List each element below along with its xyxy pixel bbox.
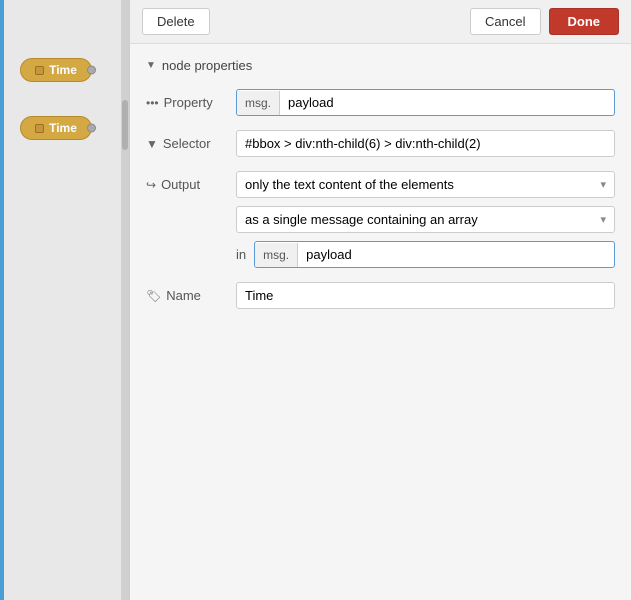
property-icon: ••• xyxy=(146,96,159,110)
property-input-group: msg. xyxy=(236,89,615,116)
property-prefix: msg. xyxy=(237,91,280,115)
name-label: 🏷 Name xyxy=(146,282,236,303)
name-row: 🏷 Name xyxy=(146,282,615,309)
name-control xyxy=(236,282,615,309)
property-label: ••• Property xyxy=(146,89,236,110)
output-in-input[interactable] xyxy=(298,242,614,267)
toolbar: Delete Cancel Done xyxy=(130,0,631,44)
output-in-row: in msg. xyxy=(236,241,615,268)
chevron-icon[interactable]: ▼ xyxy=(146,60,156,71)
output-select1[interactable]: only the text content of the elementsas … xyxy=(237,172,592,197)
scroll-thumb xyxy=(122,100,128,150)
node-icon-1 xyxy=(35,66,44,75)
node-label-2: Time xyxy=(49,121,77,135)
flow-panel: Time Time xyxy=(0,0,130,600)
selector-control xyxy=(236,130,615,157)
flow-node-1[interactable]: Time xyxy=(20,58,92,82)
name-icon: 🏷 xyxy=(146,289,161,303)
output-in-label-text: in xyxy=(236,247,246,262)
property-input[interactable] xyxy=(280,90,614,115)
output-icon: ↪ xyxy=(146,178,156,192)
chevron-down-icon-1: ▾ xyxy=(592,173,614,196)
selector-label: ▼ Selector xyxy=(146,130,236,151)
section-header: ▼ node properties xyxy=(146,58,615,73)
selector-icon: ▼ xyxy=(146,137,158,151)
output-select2-wrapper: as a single message containing an arraya… xyxy=(236,206,615,233)
property-label-text: Property xyxy=(164,95,213,110)
property-control: msg. xyxy=(236,89,615,116)
property-row: ••• Property msg. xyxy=(146,89,615,116)
selector-row: ▼ Selector xyxy=(146,130,615,157)
node-icon-2 xyxy=(35,124,44,133)
scrollbar[interactable] xyxy=(121,0,129,600)
selector-input[interactable] xyxy=(236,130,615,157)
node-port-right-2 xyxy=(87,124,96,133)
output-select1-wrapper: only the text content of the elementsas … xyxy=(236,171,615,198)
done-button[interactable]: Done xyxy=(549,8,620,35)
output-in-prefix: msg. xyxy=(255,243,298,267)
name-label-text: Name xyxy=(166,288,201,303)
output-control: only the text content of the elementsas … xyxy=(236,171,615,268)
flow-node-2[interactable]: Time xyxy=(20,116,92,140)
output-label-text: Output xyxy=(161,177,200,192)
output-row: ↪ Output only the text content of the el… xyxy=(146,171,615,268)
output-label: ↪ Output xyxy=(146,171,236,192)
chevron-down-icon-2: ▾ xyxy=(592,208,614,231)
name-input[interactable] xyxy=(236,282,615,309)
section-title: node properties xyxy=(162,58,252,73)
node-label-1: Time xyxy=(49,63,77,77)
output-in-input-group: msg. xyxy=(254,241,615,268)
properties-panel: Delete Cancel Done ▼ node properties •••… xyxy=(130,0,631,600)
cancel-button[interactable]: Cancel xyxy=(470,8,540,35)
delete-button[interactable]: Delete xyxy=(142,8,210,35)
selector-label-text: Selector xyxy=(163,136,211,151)
output-select2[interactable]: as a single message containing an arraya… xyxy=(237,207,592,232)
node-port-right-1 xyxy=(87,66,96,75)
active-indicator xyxy=(0,0,4,600)
node-properties-section: ▼ node properties ••• Property msg. ▼ Se… xyxy=(130,44,631,600)
